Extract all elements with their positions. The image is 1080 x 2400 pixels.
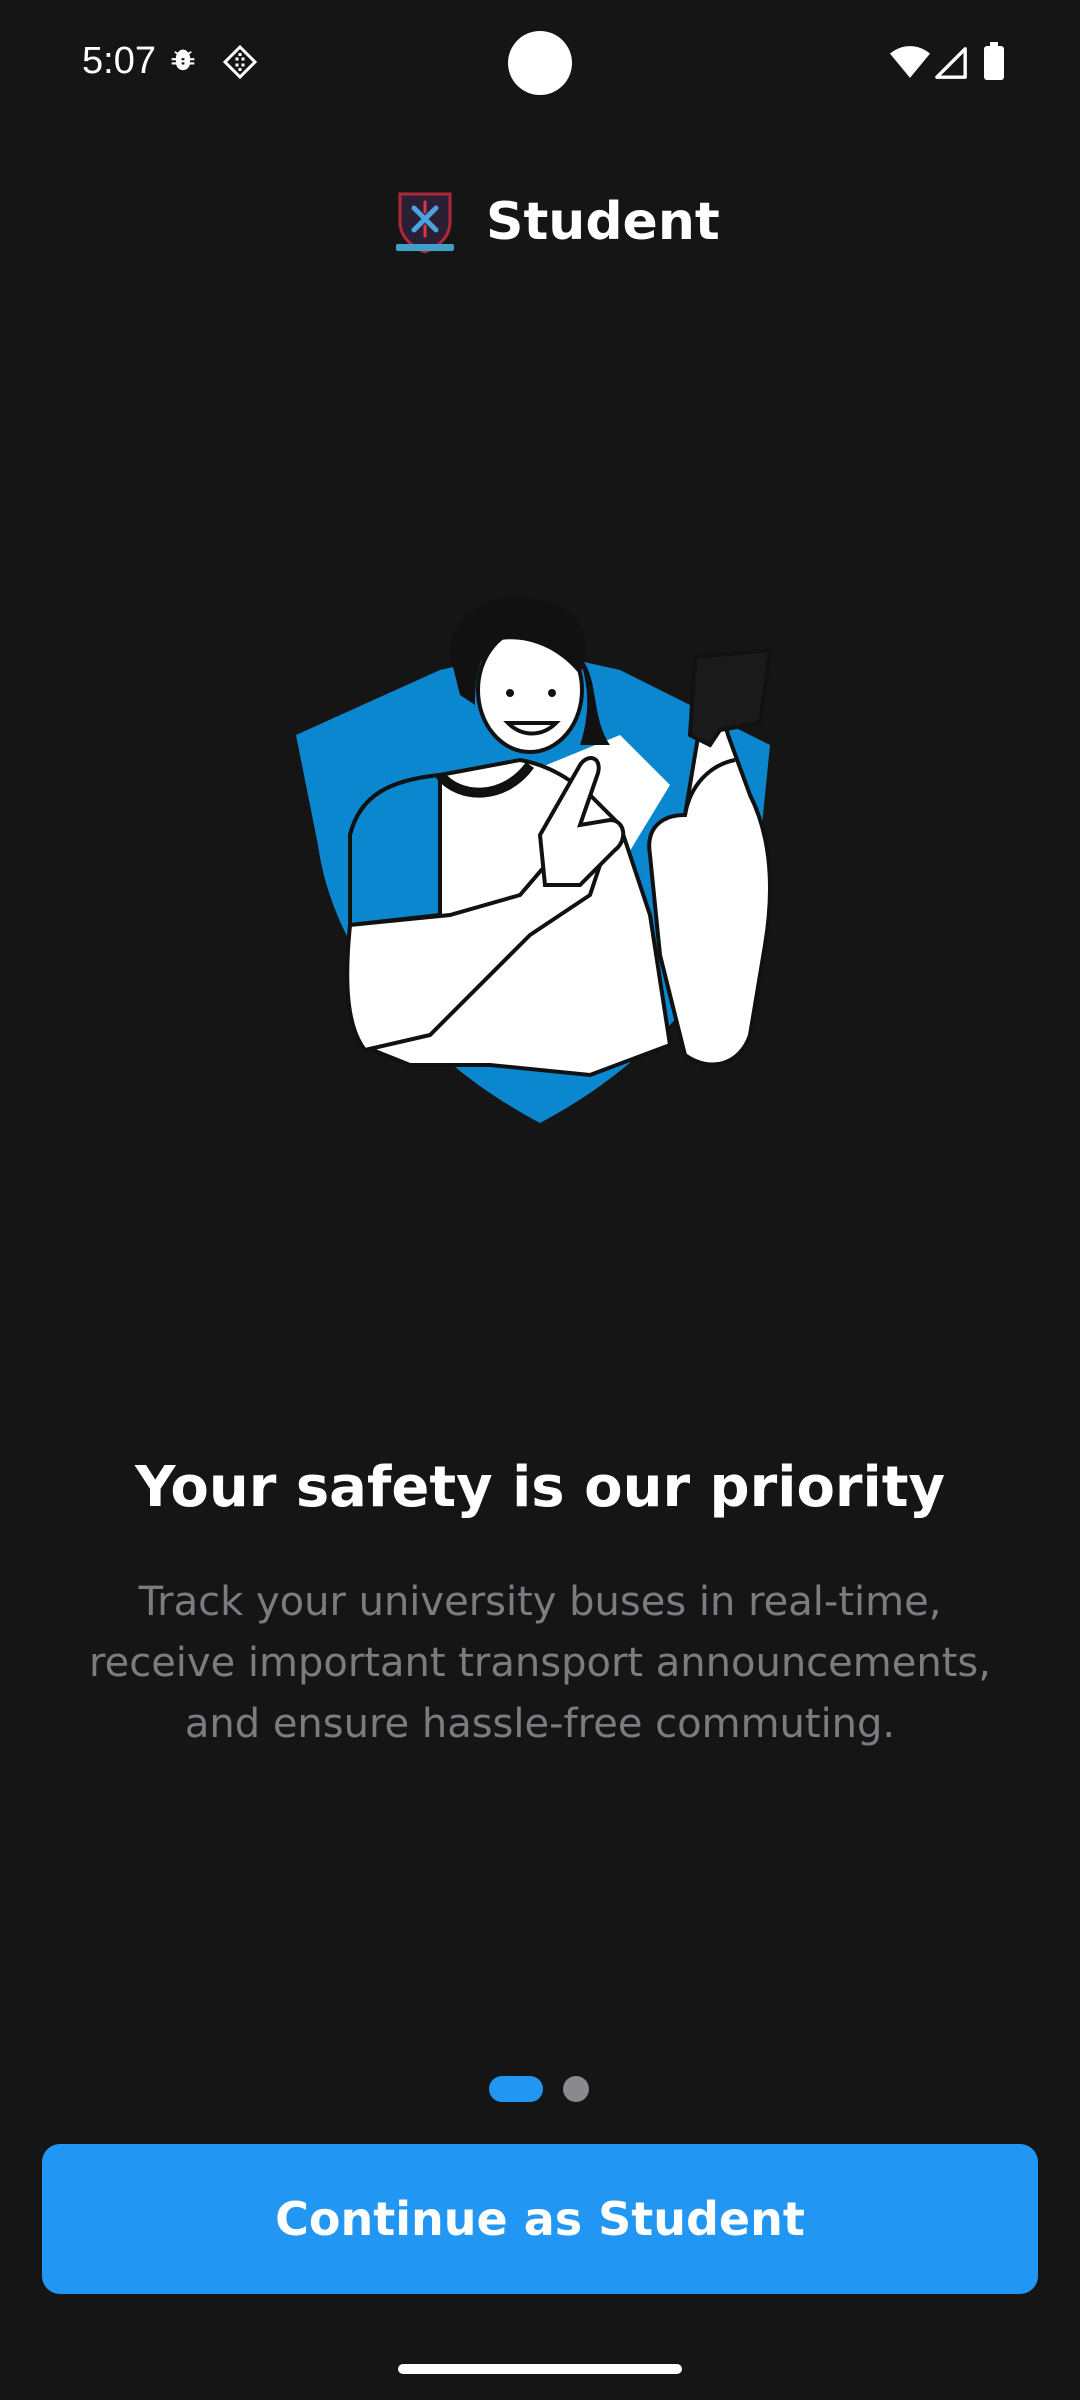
- status-bar: 5:07: [0, 0, 1080, 120]
- university-crest-icon: [394, 188, 456, 260]
- status-time: 5:07: [82, 40, 156, 82]
- page-title: Student: [486, 192, 720, 252]
- student-shield-illustration: [290, 595, 790, 1135]
- diamond-grid-icon: [222, 44, 258, 84]
- bug-icon: [166, 44, 200, 82]
- wifi-icon: [890, 46, 930, 82]
- battery-icon: [984, 42, 1004, 84]
- page-indicator: [0, 2076, 1080, 2106]
- app-header: Student: [0, 180, 1080, 270]
- continue-as-student-button[interactable]: Continue as Student: [42, 2144, 1038, 2294]
- cellular-signal-icon: [934, 46, 968, 84]
- onboarding-description: Track your university buses in real-time…: [89, 1579, 991, 1747]
- page-dot[interactable]: [563, 2076, 589, 2102]
- onboarding-headline: Your safety is our priority: [134, 1455, 946, 1520]
- home-indicator[interactable]: [398, 2364, 682, 2374]
- front-camera: [508, 31, 572, 95]
- page-dot-active[interactable]: [489, 2076, 543, 2102]
